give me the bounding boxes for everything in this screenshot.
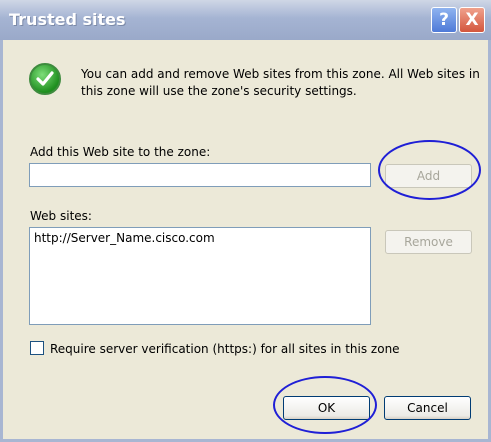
cancel-button[interactable]: Cancel bbox=[384, 396, 471, 420]
title-bar[interactable]: Trusted sites ? X bbox=[0, 0, 491, 40]
help-button[interactable]: ? bbox=[431, 7, 457, 33]
window-title: Trusted sites bbox=[9, 10, 126, 29]
ok-button[interactable]: OK bbox=[283, 396, 370, 420]
window-frame-left bbox=[0, 40, 3, 442]
close-icon: X bbox=[465, 10, 479, 30]
websites-label: Web sites: bbox=[30, 209, 92, 223]
require-https-checkbox[interactable] bbox=[30, 341, 44, 355]
add-site-label: Add this Web site to the zone: bbox=[30, 145, 211, 159]
remove-button[interactable]: Remove bbox=[385, 230, 472, 254]
trusted-sites-dialog: Trusted sites ? X You can add and remove… bbox=[0, 0, 491, 442]
add-button[interactable]: Add bbox=[385, 164, 472, 188]
info-message: You can add and remove Web sites from th… bbox=[81, 67, 480, 98]
require-https-label[interactable]: Require server verification (https:) for… bbox=[50, 342, 400, 356]
close-button[interactable]: X bbox=[459, 7, 485, 33]
websites-list[interactable]: http://Server_Name.cisco.com bbox=[29, 227, 371, 325]
green-checkmark-icon bbox=[29, 63, 61, 95]
website-list-item[interactable]: http://Server_Name.cisco.com bbox=[34, 230, 366, 246]
add-site-input[interactable] bbox=[29, 163, 371, 187]
help-icon: ? bbox=[439, 10, 449, 30]
